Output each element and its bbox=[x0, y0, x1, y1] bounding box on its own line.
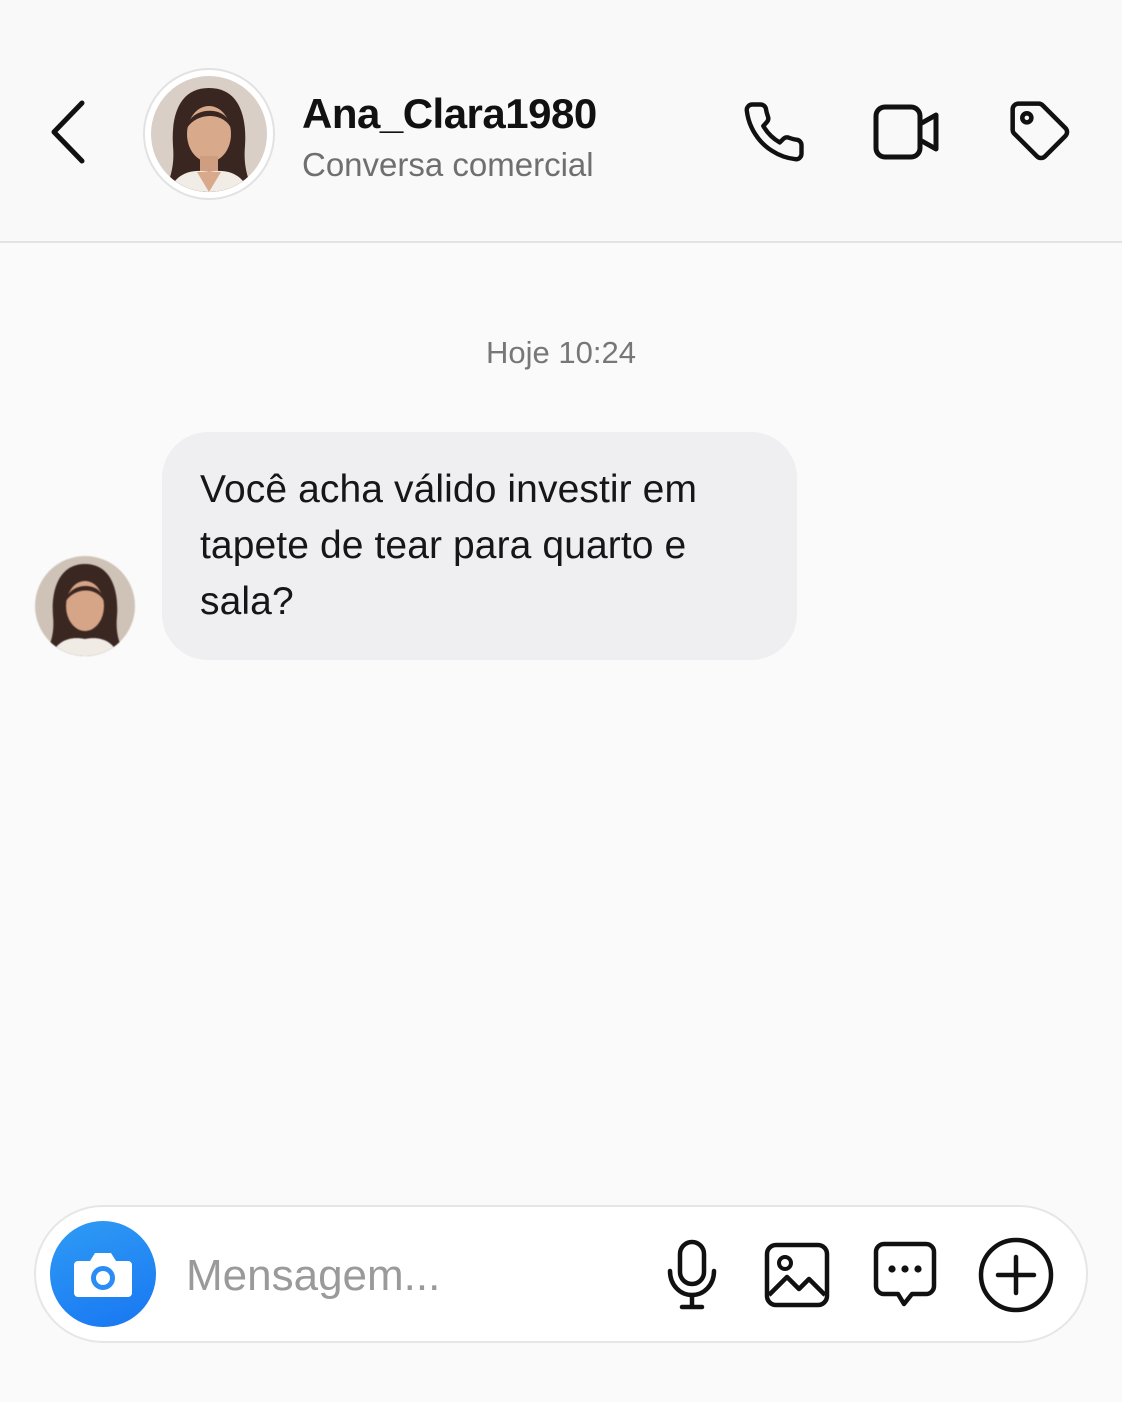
chat-options-button[interactable] bbox=[865, 1235, 945, 1315]
back-button[interactable] bbox=[38, 90, 98, 174]
contact-name[interactable]: Ana_Clara1980 bbox=[302, 90, 597, 138]
contact-avatar[interactable] bbox=[143, 68, 275, 200]
video-call-button[interactable] bbox=[867, 92, 947, 172]
contact-photo bbox=[151, 76, 267, 192]
phone-icon bbox=[744, 102, 804, 162]
back-icon bbox=[51, 100, 85, 164]
voice-message-button[interactable] bbox=[652, 1235, 732, 1315]
message-timestamp: Hoje 10:24 bbox=[486, 335, 636, 370]
camera-icon bbox=[74, 1253, 132, 1297]
add-icon bbox=[978, 1237, 1054, 1313]
message-bubble[interactable]: Você acha válido investir em tapete de t… bbox=[162, 432, 797, 660]
message-text: Você acha válido investir em tapete de t… bbox=[200, 468, 698, 623]
microphone-icon bbox=[667, 1239, 717, 1310]
chat-options-icon bbox=[873, 1241, 937, 1307]
chat-header: Ana_Clara1980 Conversa comercial bbox=[0, 0, 1122, 243]
tag-icon bbox=[1010, 101, 1070, 161]
tag-button[interactable] bbox=[1001, 92, 1081, 172]
message-input[interactable] bbox=[184, 1235, 638, 1317]
sender-photo bbox=[35, 556, 135, 656]
call-button[interactable] bbox=[734, 92, 814, 172]
contact-subtitle: Conversa comercial bbox=[302, 146, 594, 183]
camera-button[interactable] bbox=[50, 1221, 156, 1327]
chat-thread[interactable]: Hoje 10:24 Você acha válido investir em … bbox=[0, 243, 1122, 1203]
video-icon bbox=[873, 104, 939, 160]
gallery-button[interactable] bbox=[757, 1235, 837, 1315]
sender-avatar[interactable] bbox=[35, 556, 135, 656]
message-composer bbox=[34, 1205, 1088, 1343]
image-icon bbox=[764, 1242, 830, 1308]
add-button[interactable] bbox=[976, 1235, 1056, 1315]
